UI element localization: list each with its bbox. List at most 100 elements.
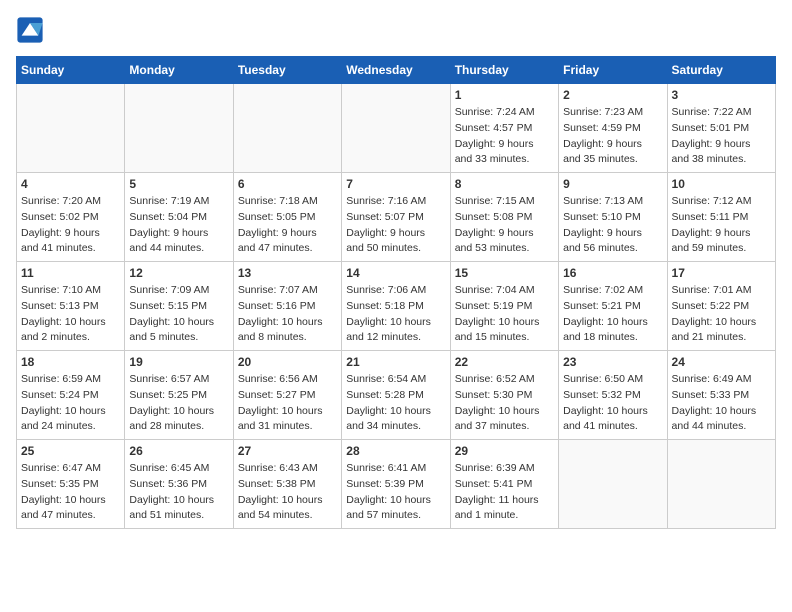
day-info: Sunrise: 7:20 AM Sunset: 5:02 PM Dayligh… bbox=[21, 194, 120, 257]
day-info: Sunrise: 7:16 AM Sunset: 5:07 PM Dayligh… bbox=[346, 194, 445, 257]
calendar-cell-week1-day4 bbox=[342, 84, 450, 173]
day-info: Sunrise: 6:43 AM Sunset: 5:38 PM Dayligh… bbox=[238, 461, 337, 524]
weekday-header-row: SundayMondayTuesdayWednesdayThursdayFrid… bbox=[17, 57, 776, 84]
calendar-cell-week1-day6: 2 Sunrise: 7:23 AM Sunset: 4:59 PM Daylig… bbox=[559, 84, 667, 173]
day-number: 9 bbox=[563, 177, 662, 191]
calendar-cell-week2-day4: 7 Sunrise: 7:16 AM Sunset: 5:07 PM Daylig… bbox=[342, 173, 450, 262]
day-number: 29 bbox=[455, 444, 554, 458]
day-number: 5 bbox=[129, 177, 228, 191]
calendar-cell-week4-day6: 23 Sunrise: 6:50 AM Sunset: 5:32 PM Dayli… bbox=[559, 351, 667, 440]
calendar-cell-week3-day4: 14Sunrise: 7:06 AM Sunset: 5:18 PM Dayli… bbox=[342, 262, 450, 351]
weekday-header-monday: Monday bbox=[125, 57, 233, 84]
calendar-cell-week2-day6: 9 Sunrise: 7:13 AM Sunset: 5:10 PM Daylig… bbox=[559, 173, 667, 262]
calendar-cell-week3-day2: 12 Sunrise: 7:09 AM Sunset: 5:15 PM Dayli… bbox=[125, 262, 233, 351]
day-info: Sunrise: 7:23 AM Sunset: 4:59 PM Dayligh… bbox=[563, 105, 662, 168]
weekday-header-thursday: Thursday bbox=[450, 57, 558, 84]
day-number: 24 bbox=[672, 355, 771, 369]
day-number: 10 bbox=[672, 177, 771, 191]
day-number: 2 bbox=[563, 88, 662, 102]
calendar-cell-week2-day5: 8Sunrise: 7:15 AM Sunset: 5:08 PM Daylig… bbox=[450, 173, 558, 262]
day-number: 18 bbox=[21, 355, 120, 369]
day-info: Sunrise: 6:59 AM Sunset: 5:24 PM Dayligh… bbox=[21, 372, 120, 435]
calendar-cell-week1-day2 bbox=[125, 84, 233, 173]
day-info: Sunrise: 6:47 AM Sunset: 5:35 PM Dayligh… bbox=[21, 461, 120, 524]
calendar-cell-week1-day5: 1Sunrise: 7:24 AM Sunset: 4:57 PM Daylig… bbox=[450, 84, 558, 173]
calendar-week-row-4: 18 Sunrise: 6:59 AM Sunset: 5:24 PM Dayli… bbox=[17, 351, 776, 440]
calendar-cell-week1-day7: 3 Sunrise: 7:22 AM Sunset: 5:01 PM Daylig… bbox=[667, 84, 775, 173]
logo bbox=[16, 16, 48, 44]
day-info: Sunrise: 6:45 AM Sunset: 5:36 PM Dayligh… bbox=[129, 461, 228, 524]
calendar-table: SundayMondayTuesdayWednesdayThursdayFrid… bbox=[16, 56, 776, 529]
day-info: Sunrise: 7:02 AM Sunset: 5:21 PM Dayligh… bbox=[563, 283, 662, 346]
calendar-cell-week3-day3: 13Sunrise: 7:07 AM Sunset: 5:16 PM Dayli… bbox=[233, 262, 341, 351]
calendar-cell-week5-day1: 25 Sunrise: 6:47 AM Sunset: 5:35 PM Dayli… bbox=[17, 440, 125, 529]
day-number: 12 bbox=[129, 266, 228, 280]
day-number: 6 bbox=[238, 177, 337, 191]
day-number: 22 bbox=[455, 355, 554, 369]
day-info: Sunrise: 7:09 AM Sunset: 5:15 PM Dayligh… bbox=[129, 283, 228, 346]
day-info: Sunrise: 7:19 AM Sunset: 5:04 PM Dayligh… bbox=[129, 194, 228, 257]
calendar-cell-week2-day7: 10 Sunrise: 7:12 AM Sunset: 5:11 PM Dayli… bbox=[667, 173, 775, 262]
weekday-header-saturday: Saturday bbox=[667, 57, 775, 84]
day-info: Sunrise: 7:22 AM Sunset: 5:01 PM Dayligh… bbox=[672, 105, 771, 168]
day-info: Sunrise: 7:12 AM Sunset: 5:11 PM Dayligh… bbox=[672, 194, 771, 257]
calendar-cell-week2-day2: 5 Sunrise: 7:19 AM Sunset: 5:04 PM Daylig… bbox=[125, 173, 233, 262]
calendar-cell-week5-day4: 28 Sunrise: 6:41 AM Sunset: 5:39 PM Dayli… bbox=[342, 440, 450, 529]
day-number: 28 bbox=[346, 444, 445, 458]
day-number: 7 bbox=[346, 177, 445, 191]
calendar-week-row-3: 11Sunrise: 7:10 AM Sunset: 5:13 PM Dayli… bbox=[17, 262, 776, 351]
day-number: 23 bbox=[563, 355, 662, 369]
calendar-cell-week2-day3: 6 Sunrise: 7:18 AM Sunset: 5:05 PM Daylig… bbox=[233, 173, 341, 262]
day-info: Sunrise: 7:18 AM Sunset: 5:05 PM Dayligh… bbox=[238, 194, 337, 257]
day-info: Sunrise: 6:54 AM Sunset: 5:28 PM Dayligh… bbox=[346, 372, 445, 435]
day-number: 3 bbox=[672, 88, 771, 102]
day-number: 27 bbox=[238, 444, 337, 458]
page-header bbox=[16, 16, 776, 44]
calendar-cell-week2-day1: 4 Sunrise: 7:20 AM Sunset: 5:02 PM Daylig… bbox=[17, 173, 125, 262]
day-info: Sunrise: 7:07 AM Sunset: 5:16 PM Dayligh… bbox=[238, 283, 337, 346]
calendar-cell-week3-day1: 11Sunrise: 7:10 AM Sunset: 5:13 PM Dayli… bbox=[17, 262, 125, 351]
calendar-cell-week4-day5: 22 Sunrise: 6:52 AM Sunset: 5:30 PM Dayli… bbox=[450, 351, 558, 440]
calendar-cell-week3-day7: 17 Sunrise: 7:01 AM Sunset: 5:22 PM Dayli… bbox=[667, 262, 775, 351]
calendar-cell-week4-day1: 18 Sunrise: 6:59 AM Sunset: 5:24 PM Dayli… bbox=[17, 351, 125, 440]
weekday-header-sunday: Sunday bbox=[17, 57, 125, 84]
day-info: Sunrise: 6:57 AM Sunset: 5:25 PM Dayligh… bbox=[129, 372, 228, 435]
day-info: Sunrise: 6:49 AM Sunset: 5:33 PM Dayligh… bbox=[672, 372, 771, 435]
calendar-cell-week1-day1 bbox=[17, 84, 125, 173]
calendar-week-row-2: 4 Sunrise: 7:20 AM Sunset: 5:02 PM Daylig… bbox=[17, 173, 776, 262]
day-number: 19 bbox=[129, 355, 228, 369]
calendar-cell-week5-day3: 27 Sunrise: 6:43 AM Sunset: 5:38 PM Dayli… bbox=[233, 440, 341, 529]
day-number: 21 bbox=[346, 355, 445, 369]
calendar-cell-week3-day6: 16 Sunrise: 7:02 AM Sunset: 5:21 PM Dayli… bbox=[559, 262, 667, 351]
calendar-cell-week4-day3: 20Sunrise: 6:56 AM Sunset: 5:27 PM Dayli… bbox=[233, 351, 341, 440]
calendar-cell-week3-day5: 15 Sunrise: 7:04 AM Sunset: 5:19 PM Dayli… bbox=[450, 262, 558, 351]
day-info: Sunrise: 7:13 AM Sunset: 5:10 PM Dayligh… bbox=[563, 194, 662, 257]
day-number: 17 bbox=[672, 266, 771, 280]
day-info: Sunrise: 6:52 AM Sunset: 5:30 PM Dayligh… bbox=[455, 372, 554, 435]
day-info: Sunrise: 6:39 AM Sunset: 5:41 PM Dayligh… bbox=[455, 461, 554, 524]
calendar-cell-week5-day6 bbox=[559, 440, 667, 529]
day-number: 16 bbox=[563, 266, 662, 280]
day-info: Sunrise: 7:04 AM Sunset: 5:19 PM Dayligh… bbox=[455, 283, 554, 346]
calendar-cell-week5-day7 bbox=[667, 440, 775, 529]
day-number: 4 bbox=[21, 177, 120, 191]
calendar-week-row-5: 25 Sunrise: 6:47 AM Sunset: 5:35 PM Dayli… bbox=[17, 440, 776, 529]
day-info: Sunrise: 6:50 AM Sunset: 5:32 PM Dayligh… bbox=[563, 372, 662, 435]
day-number: 11 bbox=[21, 266, 120, 280]
day-number: 25 bbox=[21, 444, 120, 458]
calendar-cell-week4-day4: 21 Sunrise: 6:54 AM Sunset: 5:28 PM Dayli… bbox=[342, 351, 450, 440]
day-info: Sunrise: 7:01 AM Sunset: 5:22 PM Dayligh… bbox=[672, 283, 771, 346]
calendar-cell-week5-day5: 29 Sunrise: 6:39 AM Sunset: 5:41 PM Dayli… bbox=[450, 440, 558, 529]
day-info: Sunrise: 7:24 AM Sunset: 4:57 PM Dayligh… bbox=[455, 105, 554, 168]
day-number: 26 bbox=[129, 444, 228, 458]
day-number: 8 bbox=[455, 177, 554, 191]
day-info: Sunrise: 6:41 AM Sunset: 5:39 PM Dayligh… bbox=[346, 461, 445, 524]
day-number: 14 bbox=[346, 266, 445, 280]
calendar-cell-week1-day3 bbox=[233, 84, 341, 173]
logo-icon bbox=[16, 16, 44, 44]
day-number: 20 bbox=[238, 355, 337, 369]
weekday-header-friday: Friday bbox=[559, 57, 667, 84]
calendar-cell-week5-day2: 26 Sunrise: 6:45 AM Sunset: 5:36 PM Dayli… bbox=[125, 440, 233, 529]
weekday-header-tuesday: Tuesday bbox=[233, 57, 341, 84]
day-number: 15 bbox=[455, 266, 554, 280]
